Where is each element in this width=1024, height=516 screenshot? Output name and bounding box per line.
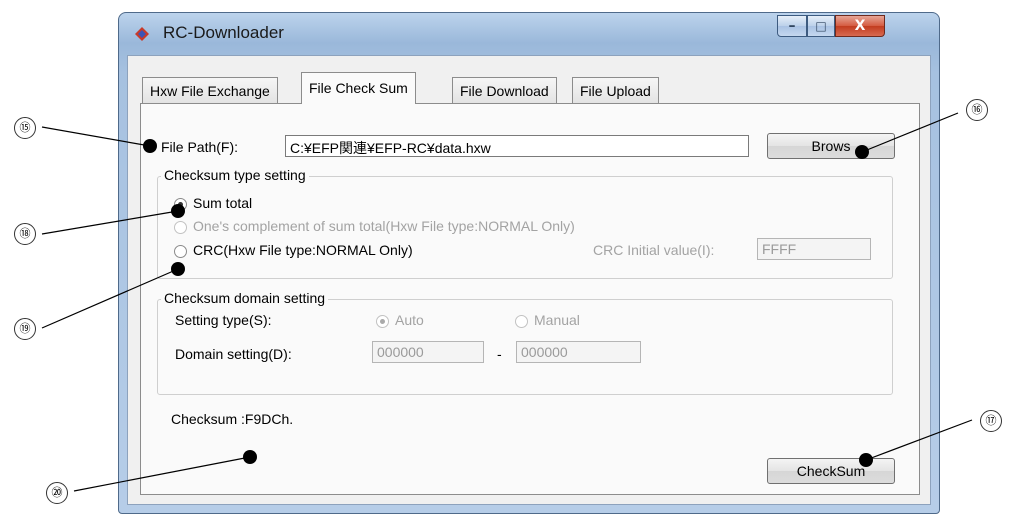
callout-lines	[41, 112, 973, 492]
callout-19: ⑲	[14, 318, 36, 340]
callout-dot-15	[143, 139, 157, 153]
callout-dot-20	[243, 450, 257, 464]
callout-line-17	[865, 419, 973, 461]
callout-line-16	[861, 112, 959, 153]
callout-15: ⑮	[14, 117, 36, 139]
callout-20: ⑳	[46, 482, 68, 504]
callout-dot-17	[859, 453, 873, 467]
callout-17: ⑰	[980, 410, 1002, 432]
callout-line-19	[41, 268, 179, 329]
callout-line-15	[41, 126, 151, 147]
callout-dot-19	[171, 262, 185, 276]
callout-line-20	[73, 456, 251, 492]
callout-line-18	[41, 210, 179, 235]
callout-18: ⑱	[14, 223, 36, 245]
callout-dot-16	[855, 145, 869, 159]
tab-file-check-sum[interactable]: File Check Sum	[301, 72, 416, 104]
callout-16: ⑯	[966, 99, 988, 121]
callout-dot-18	[171, 204, 185, 218]
